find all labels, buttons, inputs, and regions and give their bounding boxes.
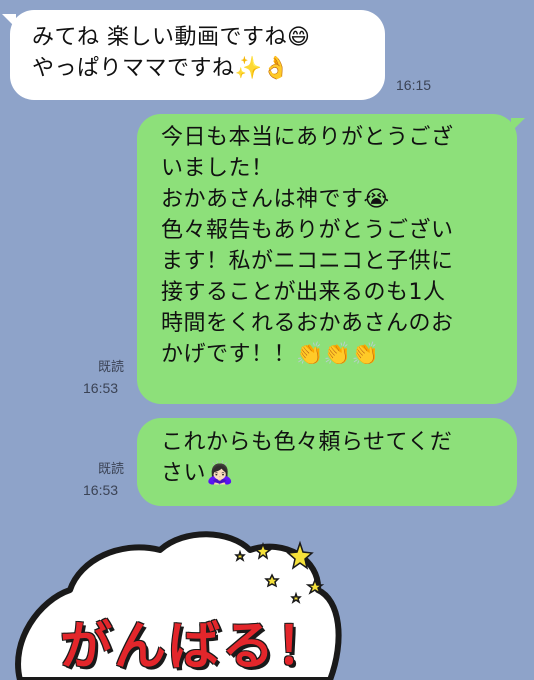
message-line: 時間をくれるおかあさんのお (161, 311, 454, 336)
message-line: おかあさんは神です😭 (161, 187, 390, 212)
read-receipt: 既読 (98, 360, 125, 375)
message-line: 色々報告もありがとうござい (161, 218, 454, 243)
message-timestamp: 16:53 (83, 380, 119, 396)
message-timestamp: 16:53 (83, 482, 119, 498)
sent-bubble-tail (511, 118, 525, 132)
sticker-text: がんばる！ (60, 617, 331, 677)
read-receipt: 既読 (98, 462, 125, 477)
sent-message-bubble[interactable]: 今日も本当にありがとうござ いました！ おかあさんは神です😭 色々報告もありがと… (137, 114, 517, 404)
message-line: やっぱりママですね✨👌 (32, 56, 291, 81)
message-line: かげです！！👏👏👏 (161, 342, 380, 367)
message-timestamp: 16:15 (396, 77, 432, 93)
message-line: いました！ (161, 156, 274, 181)
message-line: ます！私がニコニコと子供に (161, 249, 454, 274)
message-line: 今日も本当にありがとうござ (161, 125, 454, 150)
received-message-bubble[interactable]: みてね 楽しい動画ですね😄 やっぱりママですね✨👌 (10, 10, 385, 100)
sent-message-bubble[interactable]: これからも色々頼らせてくだ さい🙇🏻‍♀️ (137, 418, 517, 506)
message-line: これからも色々頼らせてくだ (161, 430, 453, 455)
message-line: さい🙇🏻‍♀️ (161, 461, 234, 486)
message-line: 接することが出来るのも1人 (161, 280, 446, 305)
message-line: みてね 楽しい動画ですね😄 (32, 25, 311, 50)
